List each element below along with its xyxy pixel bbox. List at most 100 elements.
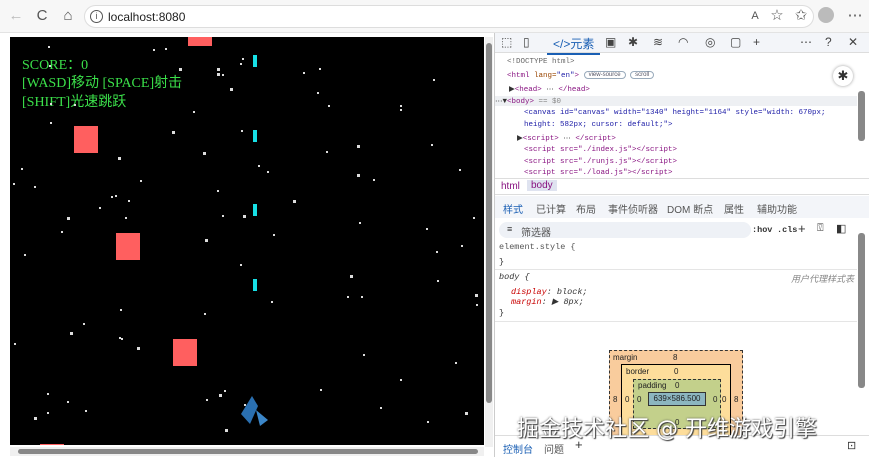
network-icon[interactable]: ≋ — [653, 35, 663, 49]
scroll-badge[interactable]: scroll — [630, 71, 655, 79]
cls-button[interactable]: .cls — [777, 225, 797, 235]
device-icon[interactable]: ▯ — [523, 35, 530, 49]
help-icon[interactable]: ? — [825, 35, 832, 49]
dom-canvas-cont[interactable]: height: 582px; cursor: default;"> — [524, 121, 673, 129]
add-tab-icon[interactable]: + — [753, 35, 760, 49]
star — [435, 250, 438, 253]
tab-styles[interactable]: 样式 — [503, 201, 523, 216]
hov-button[interactable]: :hov — [752, 225, 772, 235]
star — [243, 214, 246, 218]
game-canvas[interactable]: SCORE：0 [WASD]移动 [SPACE]射击 [SHIFT]光速跳跃 — [10, 37, 484, 445]
sources-icon[interactable]: ✱ — [628, 35, 638, 49]
console-icon[interactable]: ▣ — [605, 35, 616, 49]
dom-script[interactable]: ▶<script> ⋯ </script> — [517, 133, 616, 143]
jump-hint: [SHIFT]光速跳跃 — [22, 95, 127, 110]
star — [203, 152, 207, 156]
star — [34, 186, 37, 189]
horizontal-scrollbar[interactable] — [10, 447, 484, 456]
more-icon[interactable]: ⋯ — [800, 35, 812, 49]
dom-canvas[interactable]: <canvas id="canvas" width="1340" height=… — [524, 109, 826, 117]
info-icon[interactable]: i — [90, 10, 103, 23]
tab-elements[interactable]: </>元素 — [547, 35, 601, 55]
tab-dom-breakpoints[interactable]: DOM 断点 — [667, 201, 713, 216]
star — [98, 206, 101, 209]
head-tag: <head> — [514, 86, 542, 94]
star — [23, 254, 26, 257]
dock-icon[interactable]: ⊡ — [847, 439, 856, 452]
tab-layout[interactable]: 布局 — [576, 201, 596, 216]
read-aloud-icon[interactable]: A — [746, 7, 764, 25]
dom-head[interactable]: ▶<head> ⋯ </head> — [509, 84, 590, 94]
margin-right: 8 — [734, 395, 739, 404]
tab-event-listeners[interactable]: 事件侦听器 — [608, 201, 658, 216]
inspect-icon[interactable]: ⬚ — [501, 35, 512, 49]
tab-console[interactable]: 控制台 — [503, 441, 533, 456]
styles-scrollbar[interactable] — [858, 233, 865, 388]
element-style-rule[interactable]: element.style { — [499, 242, 576, 252]
accessibility-icon[interactable]: ✱ — [833, 66, 853, 86]
performance-icon[interactable]: ◠ — [678, 35, 688, 49]
star — [460, 245, 463, 248]
rule-close: } — [499, 308, 505, 318]
star — [267, 170, 270, 173]
filter-placeholder: 筛选器 — [521, 228, 551, 239]
html-tag: <html — [507, 71, 530, 80]
paint-icon[interactable]: ⍔ — [817, 222, 824, 235]
reload-button[interactable]: C — [33, 7, 51, 25]
dom-script-load[interactable]: <script src="./load.js"></script> — [524, 169, 673, 177]
star — [46, 392, 49, 395]
address-bar[interactable]: i localhost:8080 — [84, 5, 814, 28]
application-icon[interactable]: ▢ — [730, 35, 741, 49]
view-source-badge[interactable]: view-source — [583, 71, 626, 79]
padding-left: 0 — [637, 395, 642, 404]
crumb-html[interactable]: html — [501, 181, 520, 192]
star — [373, 179, 376, 182]
bullet — [253, 204, 257, 216]
star — [48, 45, 51, 48]
back-button[interactable]: ← — [7, 7, 25, 25]
dom-body[interactable]: ⋯▼<body> == $0 — [495, 96, 857, 106]
dom-scrollbar[interactable] — [858, 91, 865, 141]
star — [316, 92, 319, 95]
favorite-icon[interactable]: ☆ — [768, 7, 786, 25]
star — [139, 179, 142, 182]
star — [216, 67, 220, 71]
filter-input[interactable]: ≡ 筛选器 — [499, 222, 751, 239]
tab-computed[interactable]: 已计算 — [536, 201, 566, 216]
vertical-scrollbar[interactable] — [485, 37, 493, 447]
star — [293, 199, 297, 203]
display-decl[interactable]: display: block; — [511, 287, 588, 297]
star — [137, 347, 141, 351]
margin-label: margin — [613, 353, 638, 362]
body-selector[interactable]: body { — [499, 272, 530, 282]
crumb-body[interactable]: body — [527, 180, 557, 191]
star — [121, 337, 124, 340]
avatar[interactable] — [818, 7, 834, 23]
selected-marker: == $0 — [534, 98, 562, 106]
favorites-icon[interactable]: ✩ — [792, 7, 810, 25]
star — [225, 428, 229, 432]
dom-html[interactable]: <html lang="en"> view-source scroll — [507, 71, 655, 80]
tab-accessibility[interactable]: 辅助功能 — [757, 201, 797, 216]
dom-script-runjs[interactable]: <script src="./runjs.js"></script> — [524, 158, 677, 166]
dom-script-index[interactable]: <script src="./index.js"></script> — [524, 146, 677, 154]
star — [66, 216, 70, 220]
menu-icon[interactable]: ⋯ — [846, 7, 864, 25]
star — [13, 182, 16, 185]
memory-icon[interactable]: ◎ — [705, 35, 715, 49]
new-rule-icon[interactable]: + — [798, 221, 806, 236]
tab-issues[interactable]: 问题 — [544, 441, 564, 456]
home-button[interactable]: ⌂ — [59, 7, 77, 25]
url-text: localhost:8080 — [108, 10, 186, 24]
sidebar-toggle-icon[interactable]: ◧ — [836, 222, 846, 235]
close-icon[interactable]: ✕ — [848, 35, 858, 49]
player-ship-icon — [241, 396, 268, 426]
tab-properties[interactable]: 属性 — [724, 201, 744, 216]
star — [241, 130, 244, 133]
enemy-block — [116, 233, 140, 260]
star — [84, 409, 87, 412]
dom-doctype[interactable]: <!DOCTYPE html> — [507, 58, 575, 66]
star — [172, 130, 176, 134]
padding-label: padding — [638, 381, 667, 390]
margin-decl[interactable]: margin: ▶ 8px; — [511, 297, 584, 307]
